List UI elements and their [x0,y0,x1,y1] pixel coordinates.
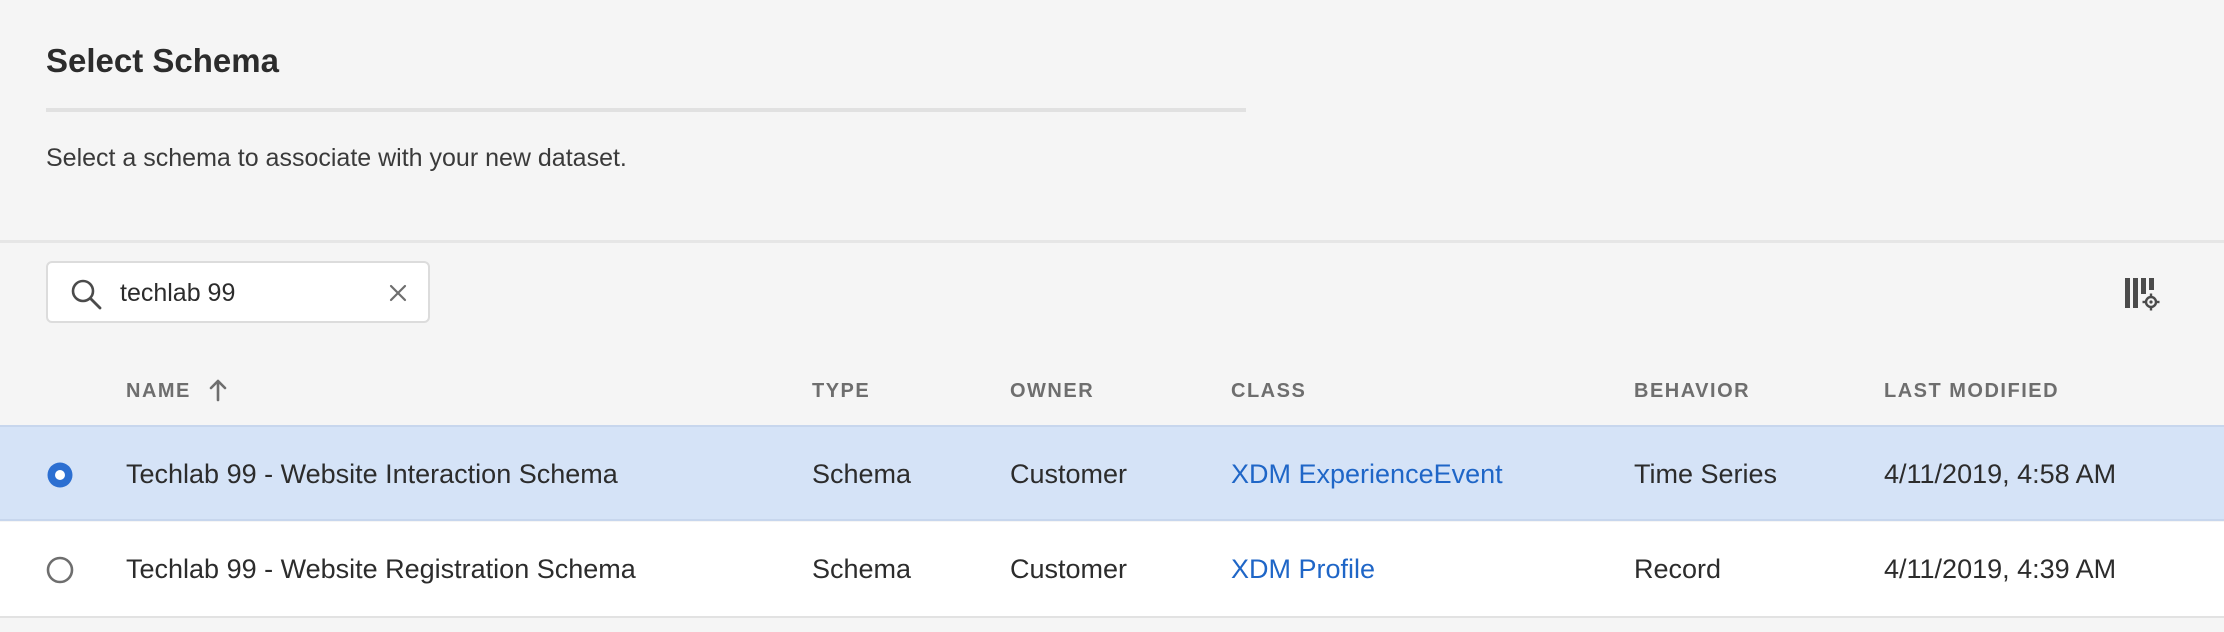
schema-type: Schema [812,554,912,584]
column-settings-icon[interactable] [2124,276,2160,312]
schema-owner: Customer [1010,459,1128,489]
column-header-name[interactable]: NAME [126,380,191,403]
schema-class-link[interactable]: XDM Profile [1231,554,1375,585]
schema-behavior: Record [1634,554,1722,584]
column-header-class[interactable]: CLASS [1231,380,1306,403]
schema-class-link[interactable]: XDM ExperienceEvent [1231,459,1503,490]
table-row[interactable]: Techlab 99 - Website Interaction Schema … [0,425,2224,521]
title-divider [46,108,1246,112]
schema-owner: Customer [1010,554,1128,584]
schema-name: Techlab 99 - Website Interaction Schema [126,459,618,489]
section-divider [0,240,2224,243]
page-title: Select Schema [46,42,279,79]
search-box[interactable] [46,261,430,323]
schema-last-modified: 4/11/2019, 4:58 AM [1884,459,2117,489]
arrow-up-icon[interactable] [208,378,228,402]
column-header-type[interactable]: TYPE [812,380,870,403]
radio-selected-icon[interactable] [46,461,74,489]
search-icon [71,279,102,310]
schema-behavior: Time Series [1634,459,1778,489]
schema-name: Techlab 99 - Website Registration Schema [126,554,636,584]
schema-type: Schema [812,459,912,489]
dialog-header: Select Schema Select a schema to associa… [0,0,2224,240]
column-header-behavior[interactable]: BEHAVIOR [1634,380,1750,403]
column-header-owner[interactable]: OWNER [1010,380,1094,403]
column-header-last-modified[interactable]: LAST MODIFIED [1884,380,2059,403]
close-icon[interactable] [388,283,408,303]
schema-last-modified: 4/11/2019, 4:39 AM [1884,554,2117,584]
page-description: Select a schema to associate with your n… [46,144,627,172]
radio-unselected-icon[interactable] [46,556,74,584]
table-row[interactable]: Techlab 99 - Website Registration Schema… [0,522,2224,618]
search-input[interactable] [120,275,370,311]
